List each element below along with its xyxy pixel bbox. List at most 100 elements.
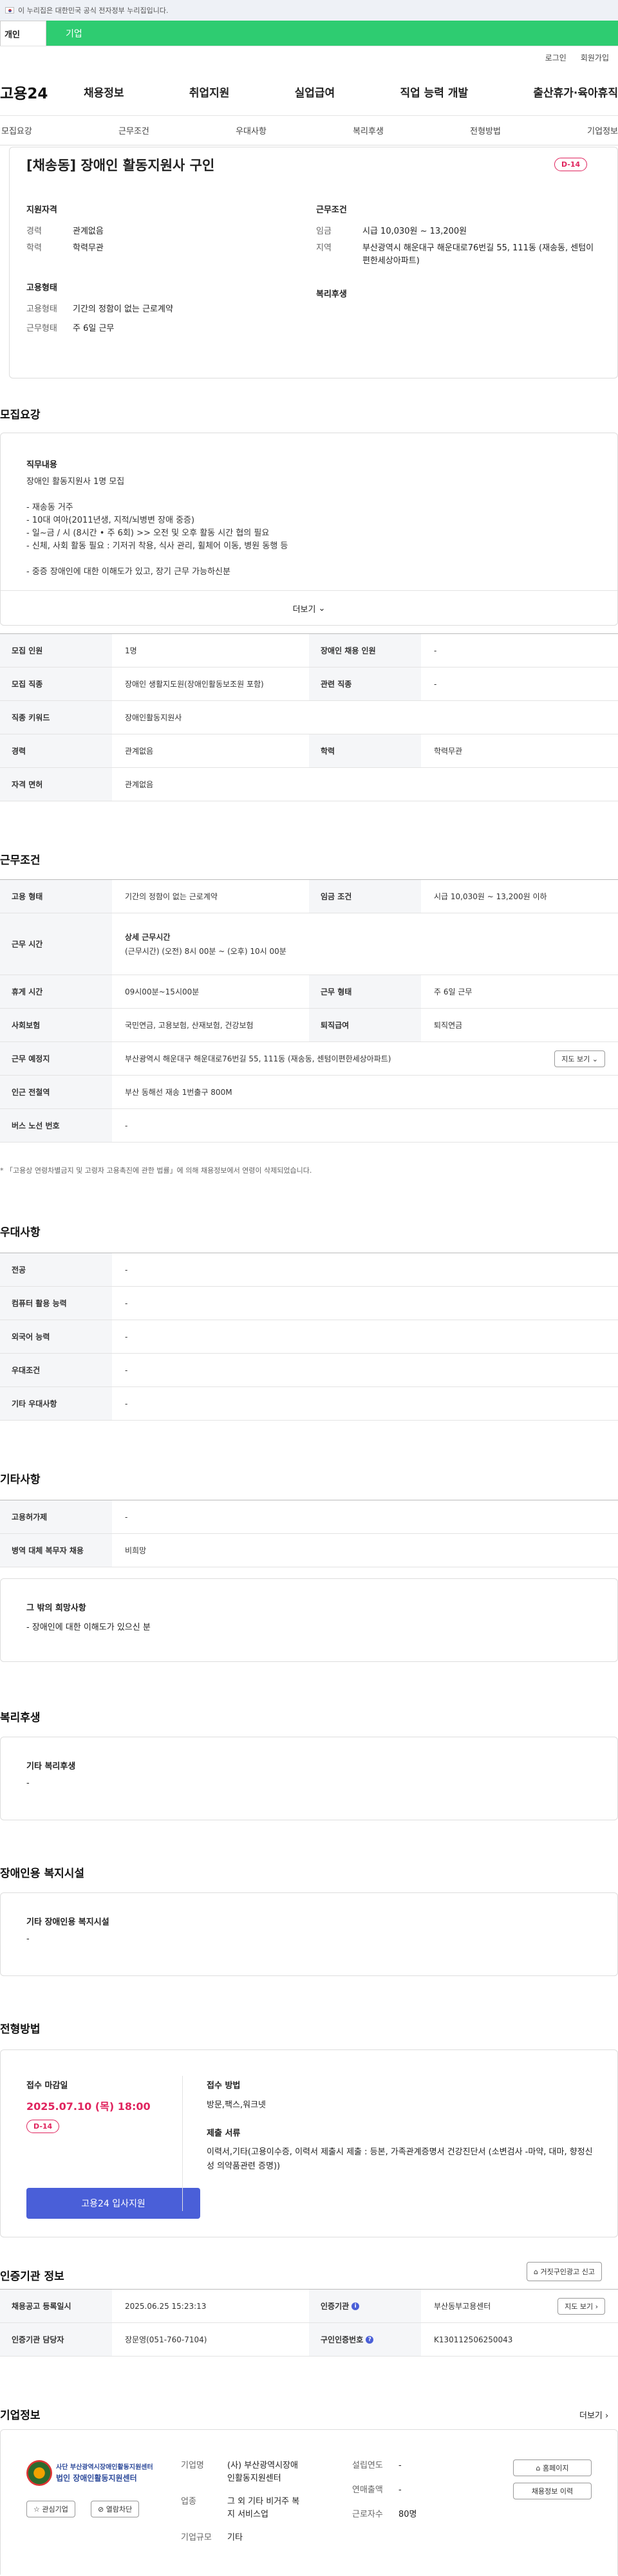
chevron-right-icon: › xyxy=(595,2302,598,2311)
company-more-link[interactable]: 더보기 › xyxy=(579,2409,608,2421)
wage-label: 임금 xyxy=(316,227,332,236)
block-company-button[interactable]: ⊘ 열람차단 xyxy=(91,2501,140,2517)
qualification-heading: 지원자격 xyxy=(26,205,57,215)
gov-banner: 이 누리집은 대한민국 공식 전자정부 누리집입니다. xyxy=(0,0,618,21)
cert-map-button[interactable]: 지도 보기 › xyxy=(557,2297,605,2315)
work-table: 고용 형태 기간의 정함이 없는 근로계약 임금 조건 시급 10,030원 ~… xyxy=(0,879,618,1143)
star-icon: ☆ xyxy=(33,2505,40,2514)
signup-link[interactable]: 회원가입 xyxy=(581,52,609,63)
duty-line xyxy=(26,553,288,566)
employment-type-value: 기간의 정함이 없는 근로계약 xyxy=(73,304,173,314)
report-false-ad-button[interactable]: ⌂ 거짓구인광고 신고 xyxy=(527,2262,602,2281)
gnb-item-unemployment-benefit[interactable]: 실업급여 xyxy=(295,84,335,100)
favorite-company-button[interactable]: ☆ 관심기업 xyxy=(26,2501,75,2517)
tab-selection[interactable]: 전형방법 xyxy=(470,124,501,136)
table-row: 기타 우대사항 - xyxy=(0,1387,618,1421)
tab-welfare[interactable]: 복리후생 xyxy=(353,124,384,136)
work-type-value: 주 6일 근무 xyxy=(73,324,115,333)
chevron-right-icon: › xyxy=(605,2411,609,2421)
job-summary-card: [채송동] 장애인 활동지원사 구인 D-14 지원자격 경력 관계없음 학력 학력… xyxy=(9,147,618,378)
gnb-item-jobs[interactable]: 채용정보 xyxy=(84,84,124,100)
map-view-button[interactable]: 지도 보기 ⌄ xyxy=(554,1050,605,1067)
company-section-title: 기업정보 xyxy=(0,2409,41,2422)
employment-type-label: 고용형태 xyxy=(26,304,57,314)
facility-section-title: 장애인용 복지시설 xyxy=(0,1867,85,1880)
table-row: 우대조건 - xyxy=(0,1354,618,1387)
pref-table: 전공 - 컴퓨터 활용 능력 - 외국어 능력 - 우대조건 - 기타 우대사항 - xyxy=(0,1253,618,1421)
cert-table: 채용공고 등록일시 2025.06.25 15:23:13 인증기관 i 부산동부… xyxy=(0,2289,618,2357)
table-row: 인근 전철역 부산 동해선 재송 1번출구 800M xyxy=(0,1076,618,1109)
table-row: 휴게 시간 09시00분~15시00분 근무 형태 주 6일 근무 xyxy=(0,975,618,1009)
block-icon: ⊘ xyxy=(98,2505,104,2514)
chevron-down-icon: ⌄ xyxy=(318,604,326,613)
facility-box: 기타 장애인용 복지시설 - xyxy=(0,1892,618,1976)
duty-description: 장애인 활동지원사 1명 모집 - 재송동 거주 - 10대 여아(2011년생, … xyxy=(26,476,288,579)
section-tabs: 모집요강 근무조건 우대사항 복리후생 전형방법 기업정보 xyxy=(0,116,618,145)
duty-line: 장애인 활동지원사 1명 모집 xyxy=(26,477,125,487)
tab-individual[interactable]: 개인 xyxy=(0,21,46,46)
table-row: 전공 - xyxy=(0,1253,618,1287)
tab-corporate[interactable]: 기업 xyxy=(46,21,618,46)
work-section-title: 근무조건 xyxy=(0,854,41,867)
area-label: 지역 xyxy=(316,243,332,253)
age-notice: * 「고용상 연령차별금지 및 고령자 고용촉진에 관한 법률」에 의해 채용정… xyxy=(0,1166,312,1175)
duty-line xyxy=(26,489,288,501)
more-button[interactable]: 더보기 ⌄ xyxy=(1,590,617,626)
home-icon: ⌂ xyxy=(536,2464,541,2472)
work-type-label: 근무형태 xyxy=(26,324,57,333)
table-row: 경력 관계없음 학력 학력무관 xyxy=(0,734,618,768)
job-history-button[interactable]: 채용정보 이력 xyxy=(513,2483,592,2499)
area-value: 부산광역시 해운대구 해운대로76번길 55, 111동 (재송동, 센텀이편한… xyxy=(362,243,594,266)
table-row: 자격 면허 관계없음 xyxy=(0,768,618,801)
education-value: 학력무관 xyxy=(73,243,104,253)
work-location: 부산광역시 해운대구 해운대로76번길 55, 111동 (재송동, 센텀이편한… xyxy=(125,1054,391,1063)
table-row: 컴퓨터 활용 능력 - xyxy=(0,1287,618,1320)
table-row: 고용허가제 - xyxy=(0,1500,618,1534)
login-link[interactable]: 로그인 xyxy=(545,52,566,63)
table-row: 직종 키워드 장애인활동지원사 xyxy=(0,701,618,734)
etc-table: 고용허가제 - 병역 대체 복무자 채용 비희망 xyxy=(0,1500,618,1567)
gnb-item-parental-leave[interactable]: 출산휴가·육아휴직 xyxy=(533,84,618,100)
homepage-button[interactable]: ⌂ 홈페이지 xyxy=(513,2459,592,2476)
gnb-item-skills[interactable]: 직업 능력 개발 xyxy=(400,84,468,100)
tab-recruit[interactable]: 모집요강 xyxy=(1,124,32,136)
duty-box: 직무내용 장애인 활동지원사 1명 모집 - 재송동 거주 - 10대 여아(201… xyxy=(0,433,618,626)
job-title: [채송동] 장애인 활동지원사 구인 xyxy=(26,158,215,173)
company-box: 사단 부산광역시장애인활동지원센터 법인 장애인활동지원센터 ☆ 관심기업 ⊘ … xyxy=(0,2429,618,2575)
utility-links: 로그인 회원가입 xyxy=(0,46,618,68)
wage-value: 시급 10,030원 ~ 13,200원 xyxy=(362,227,467,236)
gnb-item-employment-support[interactable]: 취업지원 xyxy=(189,84,230,100)
site-logo[interactable]: 고용24 xyxy=(0,81,77,103)
table-row: 근무 시간 상세 근무시간 (근무시간) (오전) 8시 00분 ~ (오후) … xyxy=(0,913,618,975)
welfare-section-title: 복리후생 xyxy=(0,1712,41,1724)
dday-badge: D-14 xyxy=(554,158,588,171)
table-row: 병역 대체 복무자 채용 비희망 xyxy=(0,1534,618,1567)
global-nav: 고용24 채용정보 취업지원 실업급여 직업 능력 개발 출산휴가·육아휴직 xyxy=(0,68,618,116)
info-icon[interactable]: ? xyxy=(366,2335,374,2344)
company-logo: 사단 부산광역시장애인활동지원센터 법인 장애인활동지원센터 xyxy=(26,2456,162,2490)
selection-section-title: 전형방법 xyxy=(0,2023,41,2036)
tab-preferences[interactable]: 우대사항 xyxy=(236,124,267,136)
tab-work-conditions[interactable]: 근무조건 xyxy=(118,124,149,136)
chevron-down-icon: ⌄ xyxy=(592,1054,598,1063)
table-row: 버스 노선 번호 - xyxy=(0,1109,618,1143)
recruit-table: 모집 인원 1명 장애인 채용 인원 - 모집 직종 장애인 생활지도원(장애인… xyxy=(0,633,618,801)
dday-badge: D-14 xyxy=(26,2120,60,2133)
pref-section-title: 우대사항 xyxy=(0,1226,41,1239)
apply-button[interactable]: 고용24 입사지원 xyxy=(26,2188,200,2219)
career-value: 관계없음 xyxy=(73,227,104,236)
selection-box: 접수 마감일 2025.07.10 (목) 18:00 D-14 고용24 입사… xyxy=(0,2049,618,2237)
etc-section-title: 기타사항 xyxy=(0,1473,41,1486)
company-emblem-icon xyxy=(26,2460,52,2486)
tab-company[interactable]: 기업정보 xyxy=(587,124,618,136)
table-row: 고용 형태 기간의 정함이 없는 근로계약 임금 조건 시급 10,030원 ~… xyxy=(0,880,618,913)
conditions-heading: 근무조건 xyxy=(316,205,347,215)
table-row: 근무 예정지 부산광역시 해운대구 해운대로76번길 55, 111동 (재송동… xyxy=(0,1042,618,1076)
wish-box: 그 밖의 희망사항 - 장애인에 대한 이해도가 있으신 분 xyxy=(0,1578,618,1662)
info-icon[interactable]: i xyxy=(351,2302,360,2310)
duty-line: - 일~금 / 시 (8시간 • 주 6회) >> 오전 및 오후 활동 시간 … xyxy=(26,528,270,538)
user-type-tabs: 개인 기업 xyxy=(0,21,618,46)
table-row: 인증기관 담당자 장문영(051-760-7104) 구인인증번호? K1301… xyxy=(0,2323,618,2357)
deadline-date: 2025.07.10 (목) 18:00 xyxy=(26,2100,151,2113)
cert-section-title: 인증기관 정보 xyxy=(0,2270,64,2283)
